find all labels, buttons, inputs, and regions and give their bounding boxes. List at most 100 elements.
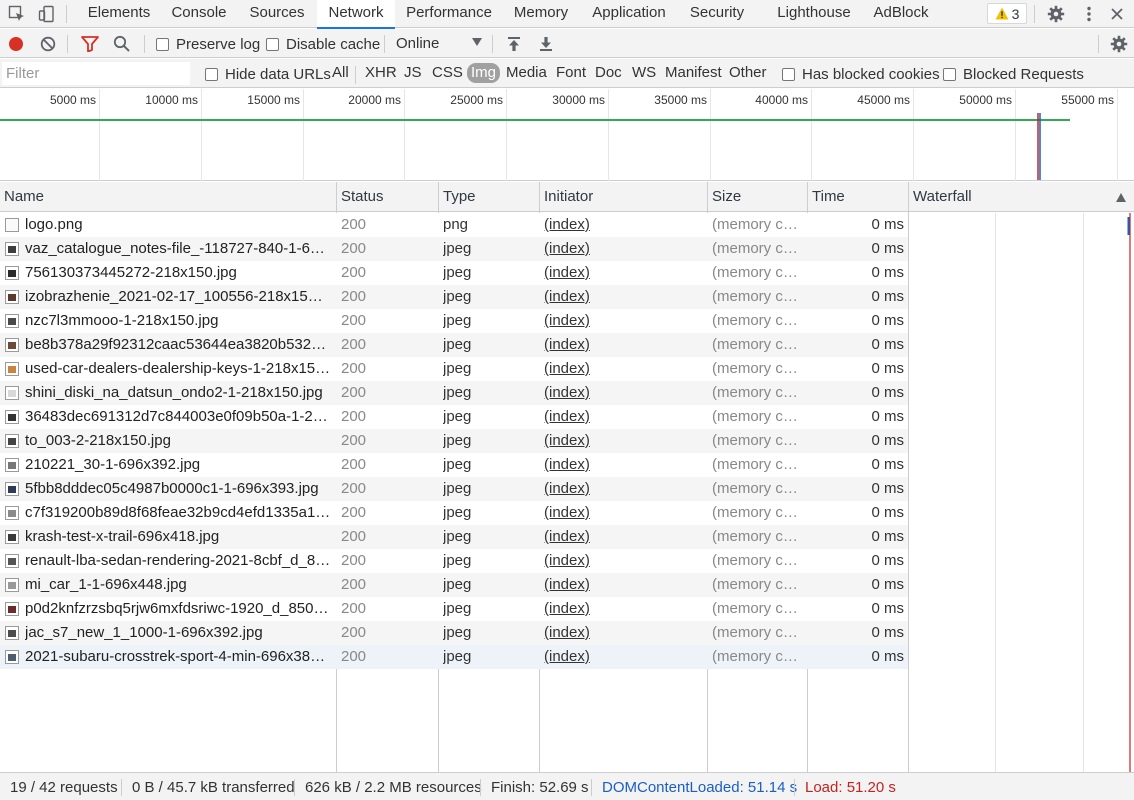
close-devtools-icon[interactable] (1106, 3, 1128, 25)
request-initiator-link[interactable]: (index) (544, 381, 699, 405)
preserve-log-checkbox[interactable]: Preserve log (156, 36, 260, 53)
request-initiator-link[interactable]: (index) (544, 309, 699, 333)
column-header-time[interactable]: Time (808, 182, 908, 212)
column-header-status[interactable]: Status (337, 182, 438, 212)
tab-elements[interactable]: Elements (79, 0, 159, 28)
tab-sources[interactable]: Sources (241, 0, 313, 28)
request-initiator-link[interactable]: (index) (544, 501, 699, 525)
filter-type-manifest[interactable]: Manifest (665, 64, 722, 81)
checkbox-box[interactable] (156, 38, 169, 51)
filter-type-ws[interactable]: WS (632, 64, 656, 81)
hide-data-urls-checkbox[interactable]: Hide data URLs (205, 66, 331, 83)
sort-ascending-icon[interactable] (1116, 193, 1126, 202)
device-toolbar-icon[interactable] (36, 3, 58, 25)
tab-application[interactable]: Application (585, 0, 673, 28)
checkbox-box[interactable] (266, 38, 279, 51)
filter-type-doc[interactable]: Doc (595, 64, 622, 81)
filter-type-js[interactable]: JS (404, 64, 422, 81)
table-row[interactable]: be8b378a29f92312caac53644ea3820b532092..… (0, 333, 908, 357)
search-icon[interactable] (111, 33, 133, 55)
request-name: izobrazhenie_2021-02-17_100556-218x150.j… (25, 288, 331, 305)
table-row[interactable]: mi_car_1-1-696x448.jpg 200 jpeg (index) … (0, 573, 908, 597)
filter-type-media[interactable]: Media (506, 64, 547, 81)
column-header-type[interactable]: Type (439, 182, 539, 212)
request-status: 200 (341, 288, 367, 305)
filter-type-other[interactable]: Other (729, 64, 767, 81)
tab-console[interactable]: Console (163, 0, 235, 28)
request-initiator-link[interactable]: (index) (544, 597, 699, 621)
request-initiator-link[interactable]: (index) (544, 645, 699, 669)
table-row[interactable]: 36483dec691312d7c844003e0f09b50a-1-218x.… (0, 405, 908, 429)
warnings-badge[interactable]: 3 (987, 3, 1027, 24)
tab-adblock[interactable]: AdBlock (866, 0, 936, 28)
table-row[interactable]: p0d2knfzrzsbq5rjw6mxfdsriwc-1920_d_850-6… (0, 597, 908, 621)
table-row[interactable]: izobrazhenie_2021-02-17_100556-218x150.j… (0, 285, 908, 309)
throttling-select[interactable]: Online (396, 35, 482, 52)
network-overview-timeline[interactable]: 5000 ms 10000 ms 15000 ms 20000 ms 25000… (0, 89, 1134, 181)
table-row[interactable]: 5fbb8dddec05c4987b0000c1-1-696x393.jpg 2… (0, 477, 908, 501)
filter-input[interactable] (2, 62, 190, 85)
request-initiator-link[interactable]: (index) (544, 237, 699, 261)
column-header-initiator[interactable]: Initiator (540, 182, 707, 212)
filter-type-img[interactable]: Img (467, 63, 501, 83)
filter-type-font[interactable]: Font (556, 64, 586, 81)
checkbox-box[interactable] (782, 68, 795, 81)
table-row[interactable]: 210221_30-1-696x392.jpg 200 jpeg (index)… (0, 453, 908, 477)
column-header-waterfall[interactable]: Waterfall (909, 182, 1109, 212)
table-row[interactable]: logo.png 200 png (index) (memory ca... 0… (0, 213, 908, 237)
table-row[interactable]: vaz_catalogue_notes-file_-118727-840-1-6… (0, 237, 908, 261)
request-initiator-link[interactable]: (index) (544, 573, 699, 597)
table-row[interactable]: to_003-2-218x150.jpg 200 jpeg (index) (m… (0, 429, 908, 453)
table-row[interactable]: 756130373445272-218x150.jpg 200 jpeg (in… (0, 261, 908, 285)
request-initiator-link[interactable]: (index) (544, 285, 699, 309)
request-initiator-link[interactable]: (index) (544, 213, 699, 237)
inspect-element-icon[interactable] (6, 3, 28, 25)
request-initiator-link[interactable]: (index) (544, 525, 699, 549)
filter-type-all[interactable]: All (332, 64, 349, 81)
toolbar-divider (66, 5, 67, 23)
table-row[interactable]: used-car-dealers-dealership-keys-1-218x1… (0, 357, 908, 381)
tab-network[interactable]: Network (317, 0, 395, 29)
table-row[interactable]: jac_s7_new_1_1000-1-696x392.jpg 200 jpeg… (0, 621, 908, 645)
filter-icon[interactable] (79, 33, 101, 55)
request-initiator-link[interactable]: (index) (544, 357, 699, 381)
blocked-requests-checkbox[interactable]: Blocked Requests (943, 66, 1084, 83)
request-initiator-link[interactable]: (index) (544, 333, 699, 357)
table-row[interactable]: shini_diski_na_datsun_ondo2-1-218x150.jp… (0, 381, 908, 405)
request-initiator-link[interactable]: (index) (544, 453, 699, 477)
disable-cache-checkbox[interactable]: Disable cache (266, 36, 380, 53)
settings-gear-icon[interactable] (1045, 3, 1067, 25)
network-settings-gear-icon[interactable] (1108, 33, 1130, 55)
request-initiator-link[interactable]: (index) (544, 405, 699, 429)
table-row[interactable]: nzc7l3mmooo-1-218x150.jpg 200 jpeg (inde… (0, 309, 908, 333)
filter-type-xhr[interactable]: XHR (365, 64, 397, 81)
import-har-upload-icon[interactable] (503, 33, 525, 55)
column-header-size[interactable]: Size (708, 182, 807, 212)
request-initiator-link[interactable]: (index) (544, 621, 699, 645)
table-row[interactable]: c7f319200b89d8f68feae32b9cd4efd1335a137.… (0, 501, 908, 525)
tab-security[interactable]: Security (682, 0, 752, 28)
table-row[interactable]: 2021-subaru-crosstrek-sport-4-min-696x38… (0, 645, 908, 669)
table-row[interactable]: renault-lba-sedan-rendering-2021-8cbf_d_… (0, 549, 908, 573)
tab-performance[interactable]: Performance (400, 0, 498, 28)
toolbar-divider (1098, 35, 1099, 53)
more-options-kebab-icon[interactable] (1078, 3, 1100, 25)
checkbox-box[interactable] (205, 68, 218, 81)
image-thumbnail-icon (5, 458, 19, 472)
table-row[interactable]: krash-test-x-trail-696x418.jpg 200 jpeg … (0, 525, 908, 549)
export-har-download-icon[interactable] (535, 33, 557, 55)
request-initiator-link[interactable]: (index) (544, 261, 699, 285)
request-type: jpeg (443, 264, 472, 281)
clear-icon[interactable] (37, 33, 59, 55)
tab-memory[interactable]: Memory (506, 0, 576, 28)
record-icon[interactable] (5, 33, 27, 55)
has-blocked-cookies-checkbox[interactable]: Has blocked cookies (782, 66, 940, 83)
filter-type-css[interactable]: CSS (432, 64, 463, 81)
checkbox-box[interactable] (943, 68, 956, 81)
request-initiator-link[interactable]: (index) (544, 429, 699, 453)
request-initiator-link[interactable]: (index) (544, 477, 699, 501)
request-initiator-link[interactable]: (index) (544, 549, 699, 573)
column-header-name[interactable]: Name (0, 182, 336, 212)
tab-lighthouse[interactable]: Lighthouse (772, 0, 856, 28)
chevron-down-icon (472, 38, 482, 46)
